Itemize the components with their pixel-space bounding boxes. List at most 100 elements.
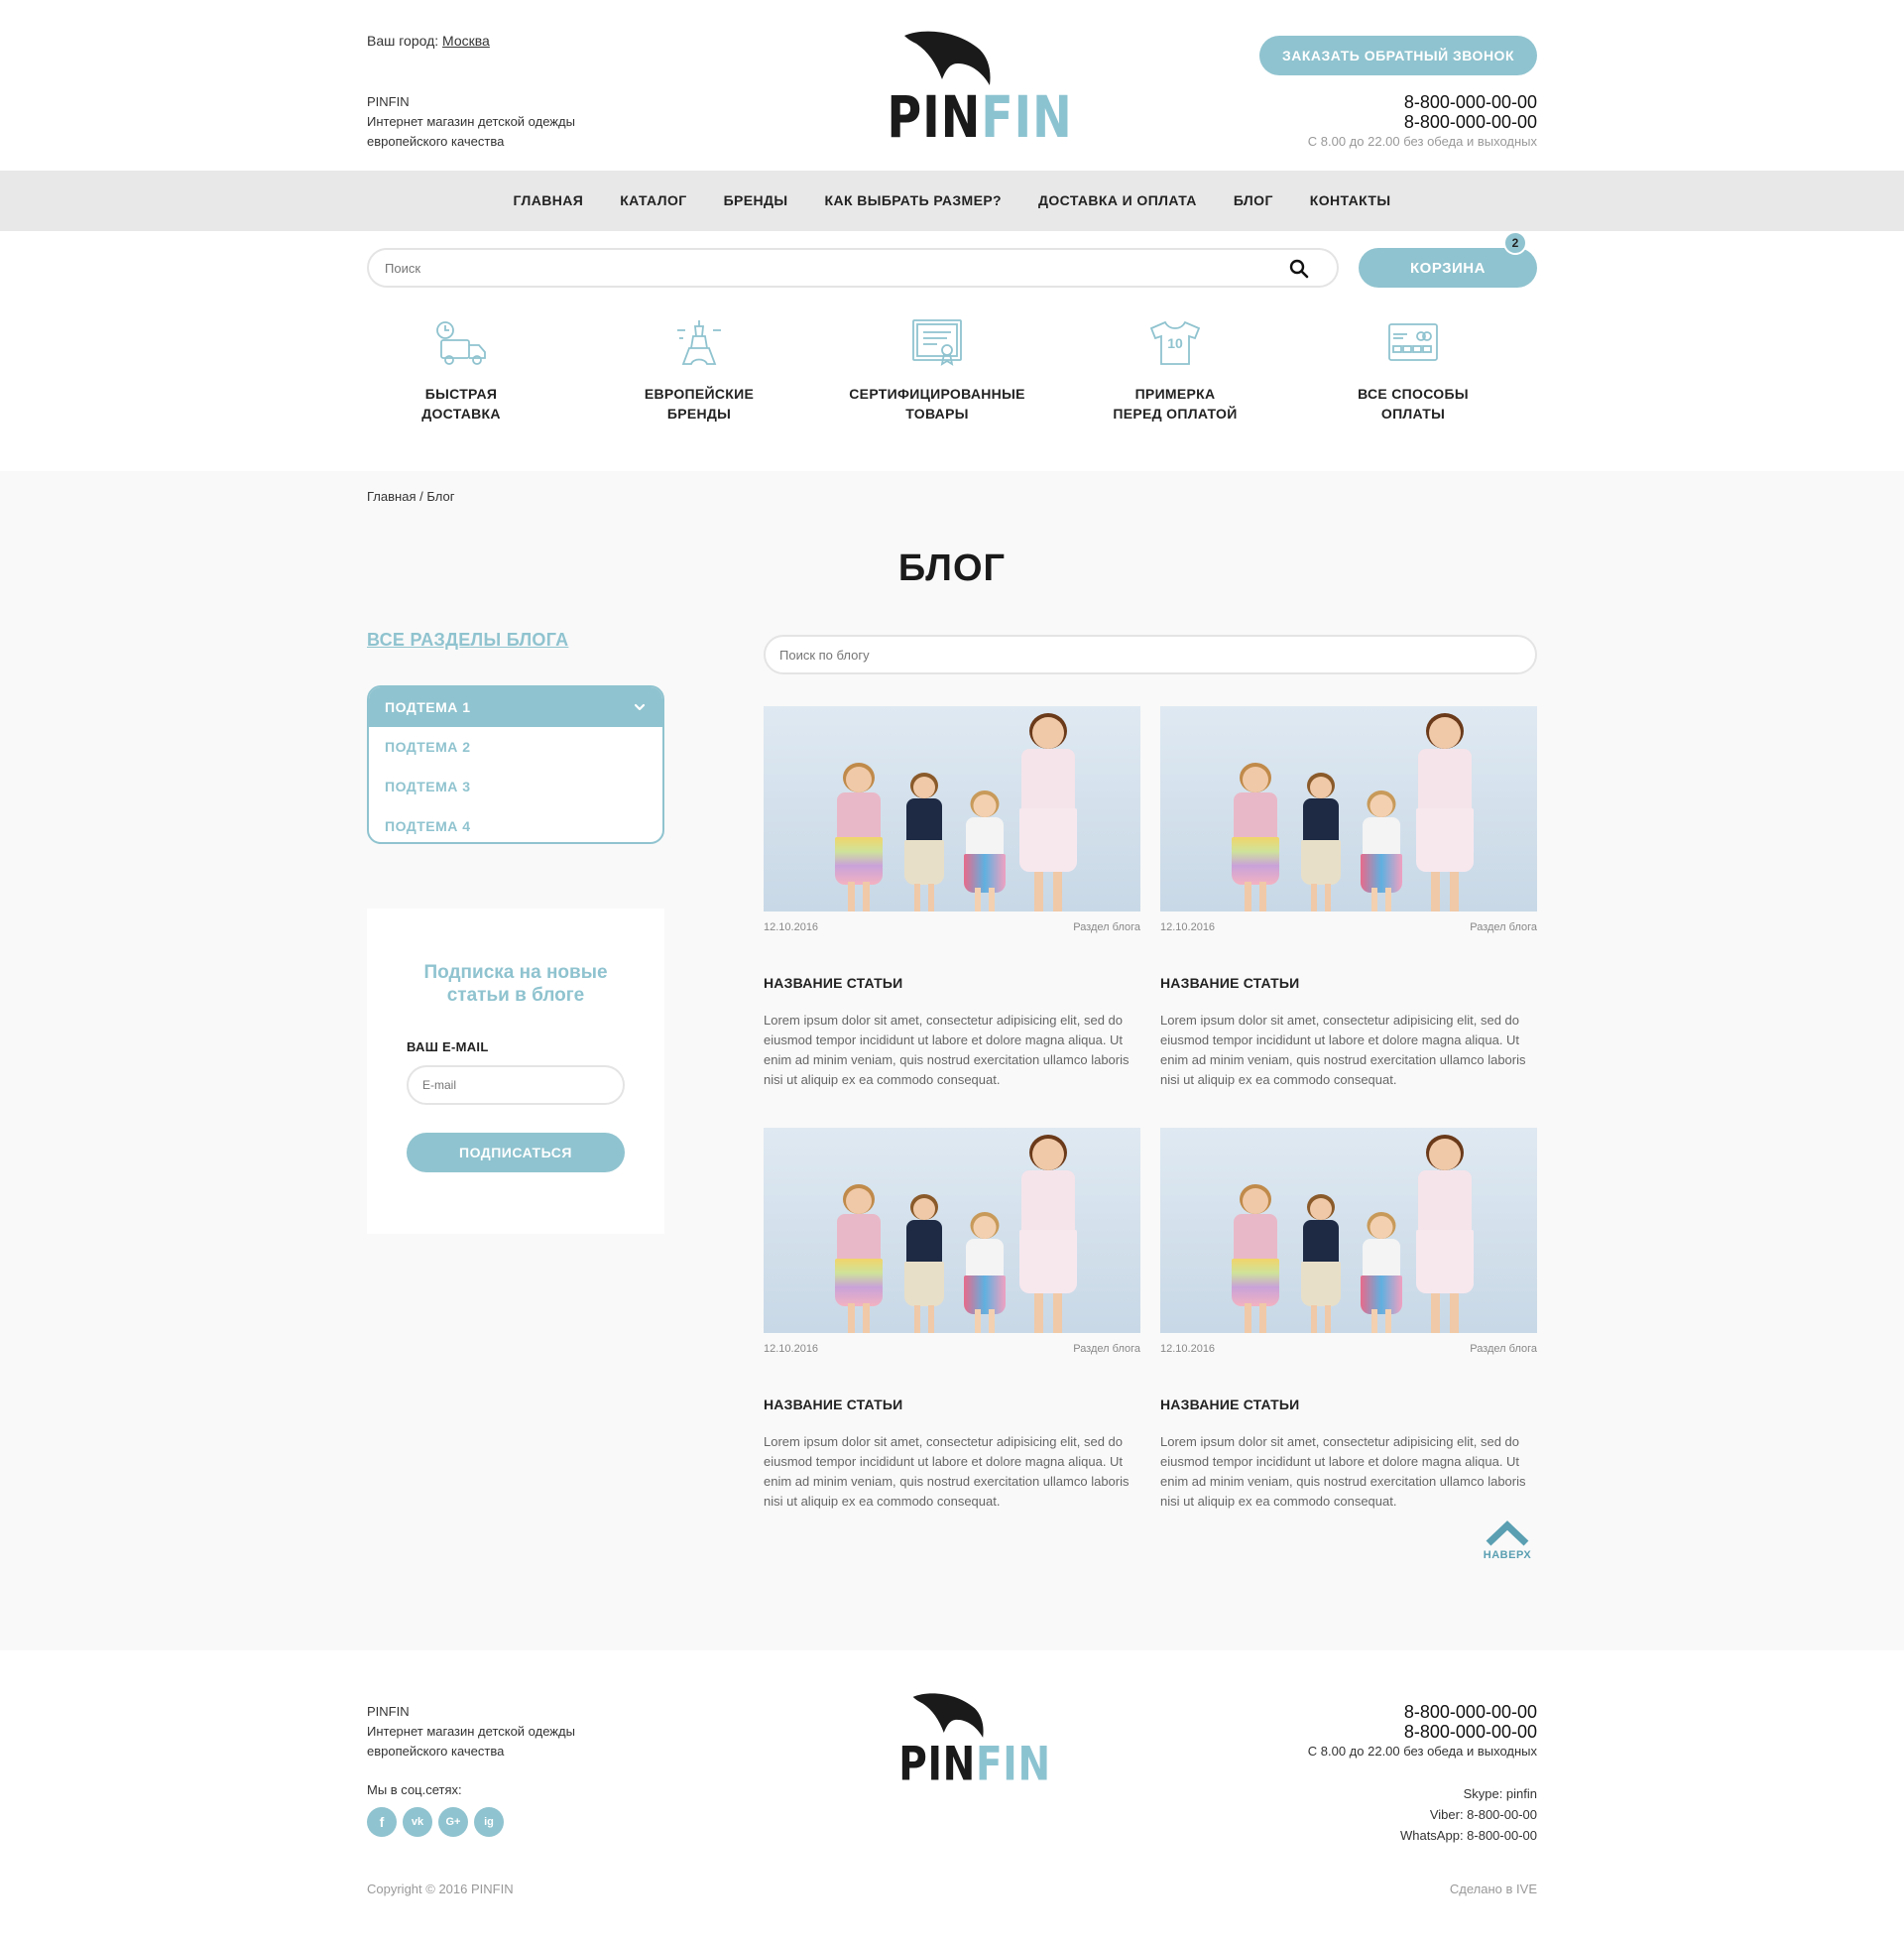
article-title[interactable]: НАЗВАНИЕ СТАТЬИ (1160, 975, 1537, 991)
nav-item-catalog[interactable]: КАТАЛОГ (620, 192, 686, 208)
nav-item-delivery[interactable]: ДОСТАВКА И ОПЛАТА (1038, 192, 1197, 208)
header-phones: 8-800-000-00-00 8-800-000-00-00 С 8.00 д… (1308, 92, 1537, 149)
footer-shop-name: PINFIN (367, 1704, 410, 1719)
article-excerpt: Lorem ipsum dolor sit amet, consectetur … (764, 1013, 1130, 1087)
svg-text:10: 10 (1167, 335, 1183, 351)
page-title: БЛОГ (897, 547, 1007, 589)
footer-logo-part2: FIN (975, 1736, 1051, 1792)
nav-item-blog[interactable]: БЛОГ (1234, 192, 1273, 208)
nav-item-size-guide[interactable]: КАК ВЫБРАТЬ РАЗМЕР? (825, 192, 1002, 208)
facebook-icon[interactable]: f (367, 1807, 397, 1837)
kid-figure (1359, 1212, 1404, 1333)
subscribe-box: Подписка на новые статьи в блоге ВАШ E-M… (367, 909, 664, 1234)
topic-item-4[interactable]: ПОДТЕМА 4 (369, 806, 662, 842)
viber-contact[interactable]: Viber: 8-800-00-00 (1400, 1804, 1537, 1825)
kid-figure (962, 790, 1008, 911)
vk-icon[interactable]: vk (403, 1807, 432, 1837)
email-field[interactable] (407, 1065, 625, 1105)
city-selector: Ваш город: Москва (367, 33, 490, 49)
email-label: ВАШ E-MAIL (407, 1039, 489, 1054)
social-icons: f vk G+ ig (367, 1807, 504, 1837)
feature-fast-delivery: БЫСТРАЯ ДОСТАВКА (362, 318, 560, 424)
topic-item-1[interactable]: ПОДТЕМА 1 (369, 687, 662, 727)
nav-item-brands[interactable]: БРЕНДЫ (724, 192, 788, 208)
back-to-top-label: НАВЕРХ (1483, 1549, 1532, 1561)
article-image[interactable] (1160, 706, 1537, 911)
subscribe-title-line2: статьи в блоге (446, 985, 585, 1006)
feature-payment-methods: ВСЕ СПОСОБЫ ОПЛАТЫ (1314, 318, 1512, 424)
article-image[interactable] (1160, 1128, 1537, 1333)
all-blog-sections-link[interactable]: ВСЕ РАЗДЕЛЫ БЛОГА (367, 630, 568, 651)
article-excerpt: Lorem ipsum dolor sit amet, consectetur … (1160, 1434, 1526, 1509)
article-title[interactable]: НАЗВАНИЕ СТАТЬИ (1160, 1397, 1537, 1412)
article-title[interactable]: НАЗВАНИЕ СТАТЬИ (764, 1397, 1140, 1412)
skype-contact[interactable]: Skype: pinfin (1400, 1783, 1537, 1804)
callback-button[interactable]: ЗАКАЗАТЬ ОБРАТНЫЙ ЗВОНОК (1259, 36, 1537, 75)
feature-label-5b: ОПЛАТЫ (1380, 406, 1446, 422)
footer-phones: 8-800-000-00-00 8-800-000-00-00 С 8.00 д… (1308, 1702, 1537, 1759)
topic-list: ПОДТЕМА 1 ПОДТЕМА 2 ПОДТЕМА 3 ПОДТЕМА 4 (367, 685, 664, 844)
nav-item-home[interactable]: ГЛАВНАЯ (514, 192, 584, 208)
feature-label-2a: ЕВРОПЕЙСКИЕ (644, 386, 755, 402)
search-icon[interactable] (1289, 259, 1309, 279)
article-image[interactable] (764, 1128, 1140, 1333)
search-input[interactable] (385, 250, 1257, 286)
kid-figure (833, 1184, 885, 1333)
shop-desc-line1: Интернет магазин детской одежды (367, 114, 575, 129)
article-section[interactable]: Раздел блога (1470, 921, 1537, 935)
article-title[interactable]: НАЗВАНИЕ СТАТЬИ (764, 975, 1140, 991)
logo-part2: FIN (981, 83, 1073, 151)
subscribe-title-line1: Подписка на новые (423, 962, 608, 983)
city-link[interactable]: Москва (442, 33, 490, 49)
article-section[interactable]: Раздел блога (1073, 1343, 1140, 1357)
blog-search-box (764, 635, 1537, 674)
shop-info: PINFIN Интернет магазин детской одежды е… (367, 92, 575, 152)
feature-label-4b: ПЕРЕД ОПЛАТОЙ (1113, 406, 1238, 422)
article-image[interactable] (764, 706, 1140, 911)
subscribe-button[interactable]: ПОДПИСАТЬСЯ (407, 1133, 625, 1172)
social-label: Мы в соц.сетях: (367, 1782, 462, 1797)
kid-figure (1230, 763, 1281, 911)
back-to-top-button[interactable]: НАВЕРХ (1478, 1519, 1537, 1561)
topic-item-3[interactable]: ПОДТЕМА 3 (369, 767, 662, 806)
whatsapp-contact[interactable]: WhatsApp: 8-800-00-00 (1400, 1825, 1537, 1846)
city-label: Ваш город: (367, 33, 439, 49)
blog-search-input[interactable] (779, 637, 1474, 672)
logo-part1: PIN (887, 83, 982, 151)
footer-shop-desc-line1: Интернет магазин детской одежды (367, 1724, 575, 1739)
instagram-icon[interactable]: ig (474, 1807, 504, 1837)
article-excerpt: Lorem ipsum dolor sit amet, consectetur … (764, 1434, 1130, 1509)
article-section[interactable]: Раздел блога (1470, 1343, 1537, 1357)
article-card: 12.10.2016 Раздел блога НАЗВАНИЕ СТАТЬИ L… (1160, 706, 1537, 1103)
logo[interactable]: PINFIN (873, 30, 1072, 151)
tshirt-icon: 10 (1149, 320, 1201, 365)
footer-shop-desc-line2: европейского качества (367, 1744, 505, 1759)
breadcrumb: Главная / Блог (367, 489, 454, 504)
article-date: 12.10.2016 (764, 1343, 819, 1355)
feature-label-3b: ТОВАРЫ (905, 406, 969, 422)
site-footer: PINFIN Интернет магазин детской одежды е… (0, 1650, 1904, 1938)
google-plus-icon[interactable]: G+ (438, 1807, 468, 1837)
footer-work-hours: С 8.00 до 22.00 без обеда и выходных (1307, 1744, 1537, 1759)
footer-phone-1[interactable]: 8-800-000-00-00 (1308, 1702, 1537, 1722)
work-hours: С 8.00 до 22.00 без обеда и выходных (1307, 134, 1537, 149)
article-section[interactable]: Раздел блога (1073, 921, 1140, 935)
shop-desc-line2: европейского качества (367, 134, 505, 149)
made-by-link[interactable]: Сделано в IVE (1450, 1882, 1537, 1896)
footer-logo[interactable]: PINFIN (887, 1692, 1050, 1789)
topic-item-2[interactable]: ПОДТЕМА 2 (369, 727, 662, 767)
breadcrumb-home[interactable]: Главная (367, 489, 416, 504)
phone-1[interactable]: 8-800-000-00-00 (1308, 92, 1537, 112)
article-card: 12.10.2016 Раздел блога НАЗВАНИЕ СТАТЬИ L… (764, 1128, 1140, 1524)
shop-name: PINFIN (367, 94, 410, 109)
subscribe-title: Подписка на новые статьи в блоге (367, 961, 664, 1007)
kid-figure (1299, 773, 1343, 911)
article-excerpt: Lorem ipsum dolor sit amet, consectetur … (1160, 1013, 1526, 1087)
kid-figure (1016, 713, 1080, 911)
footer-phone-2[interactable]: 8-800-000-00-00 (1308, 1722, 1537, 1742)
article-date: 12.10.2016 (1160, 1343, 1216, 1355)
article-card: 12.10.2016 Раздел блога НАЗВАНИЕ СТАТЬИ L… (764, 706, 1140, 1103)
phone-2[interactable]: 8-800-000-00-00 (1308, 112, 1537, 132)
nav-item-contacts[interactable]: КОНТАКТЫ (1310, 192, 1391, 208)
kid-figure (1016, 1135, 1080, 1333)
